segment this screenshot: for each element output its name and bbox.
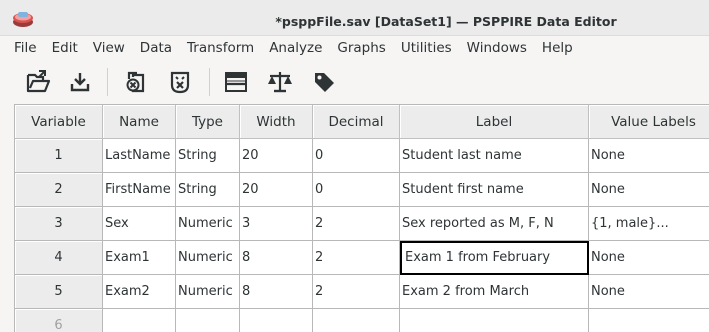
menu-graphs[interactable]: Graphs [337, 40, 385, 56]
grid-cell-name[interactable]: FirstName [103, 173, 176, 207]
column-header-decimal[interactable]: Decimal [313, 105, 400, 139]
grid-cell-name[interactable]: Exam1 [103, 241, 176, 275]
column-header-width[interactable]: Width [240, 105, 313, 139]
toolbar-separator [209, 68, 210, 96]
weight-cases-icon[interactable] [266, 68, 294, 96]
row-header[interactable]: 3 [15, 207, 103, 241]
grid-cell-decimal[interactable] [313, 309, 400, 332]
grid-cell-decimal[interactable]: 2 [313, 207, 400, 241]
menu-file[interactable]: File [14, 40, 37, 56]
column-header-name[interactable]: Name [103, 105, 176, 139]
goto-case-icon[interactable] [122, 68, 150, 96]
open-file-icon[interactable] [24, 68, 52, 96]
row-header[interactable]: 4 [15, 241, 103, 275]
grid-cell-value-labels[interactable]: {1, male}... [589, 207, 709, 241]
menu-analyze[interactable]: Analyze [269, 40, 322, 56]
grid-cell-type[interactable]: Numeric [176, 207, 240, 241]
grid-cell-width[interactable]: 20 [240, 173, 313, 207]
toolbar-separator [107, 68, 108, 96]
grid-cell-decimal[interactable]: 0 [313, 173, 400, 207]
value-labels-icon[interactable] [310, 68, 338, 96]
grid-cell-type[interactable]: String [176, 173, 240, 207]
grid-cell-value-labels[interactable]: None [589, 173, 709, 207]
grid-cell-value-labels[interactable] [589, 309, 709, 332]
grid-cell-label[interactable]: Student last name [400, 139, 589, 173]
grid-cell-decimal[interactable]: 2 [313, 275, 400, 309]
row-header[interactable]: 1 [15, 139, 103, 173]
column-header-label[interactable]: Label [400, 105, 589, 139]
column-header-variable[interactable]: Variable [15, 105, 103, 139]
column-header-type[interactable]: Type [176, 105, 240, 139]
grid-cell-decimal[interactable]: 0 [313, 139, 400, 173]
grid-cell-label[interactable] [400, 309, 589, 332]
goto-variable-icon[interactable] [166, 68, 194, 96]
grid-cell-type[interactable]: String [176, 139, 240, 173]
grid-cell-decimal[interactable]: 2 [313, 241, 400, 275]
split-file-icon[interactable] [222, 68, 250, 96]
row-header[interactable]: 5 [15, 275, 103, 309]
grid-cell-value-labels[interactable]: None [589, 275, 709, 309]
grid-cell-width[interactable]: 20 [240, 139, 313, 173]
menu-bar: File Edit View Data Transform Analyze Graphs Ut… [0, 36, 709, 60]
grid-cell-label[interactable]: Exam 2 from March [400, 275, 589, 309]
title-bar: *psppFile.sav [DataSet1] — PSPPIRE Data … [0, 0, 709, 36]
grid-cell-type[interactable] [176, 309, 240, 332]
grid-cell-type[interactable]: Numeric [176, 275, 240, 309]
menu-data[interactable]: Data [140, 40, 172, 56]
menu-view[interactable]: View [93, 40, 125, 56]
row-header[interactable]: 2 [15, 173, 103, 207]
grid-cell-name[interactable] [103, 309, 176, 332]
grid-cell-width[interactable]: 3 [240, 207, 313, 241]
grid-cell-label[interactable]: Student first name [400, 173, 589, 207]
save-file-icon[interactable] [66, 68, 94, 96]
menu-windows[interactable]: Windows [467, 40, 527, 56]
menu-edit[interactable]: Edit [52, 40, 78, 56]
menu-transform[interactable]: Transform [187, 40, 254, 56]
grid-cell-width[interactable]: 8 [240, 275, 313, 309]
grid-cell-label[interactable]: Sex reported as M, F, N [400, 207, 589, 241]
menu-help[interactable]: Help [542, 40, 573, 56]
variable-view-grid: Variable Name Type Width Decimal Label Value L… [14, 104, 709, 332]
row-header[interactable]: 6 [15, 309, 103, 332]
grid-cell-value-labels[interactable]: None [589, 241, 709, 275]
grid-cell-label[interactable]: Exam 1 from February [400, 241, 589, 275]
grid-cell-name[interactable]: LastName [103, 139, 176, 173]
grid-cell-type[interactable]: Numeric [176, 241, 240, 275]
grid-cell-width[interactable] [240, 309, 313, 332]
toolbar [0, 60, 709, 102]
grid-cell-name[interactable]: Sex [103, 207, 176, 241]
menu-utilities[interactable]: Utilities [401, 40, 452, 56]
grid-cell-name[interactable]: Exam2 [103, 275, 176, 309]
grid-cell-width[interactable]: 8 [240, 241, 313, 275]
column-header-value-labels[interactable]: Value Labels [589, 105, 709, 139]
window-title: *psppFile.sav [DataSet1] — PSPPIRE Data … [275, 14, 617, 29]
grid-cell-value-labels[interactable]: None [589, 139, 709, 173]
